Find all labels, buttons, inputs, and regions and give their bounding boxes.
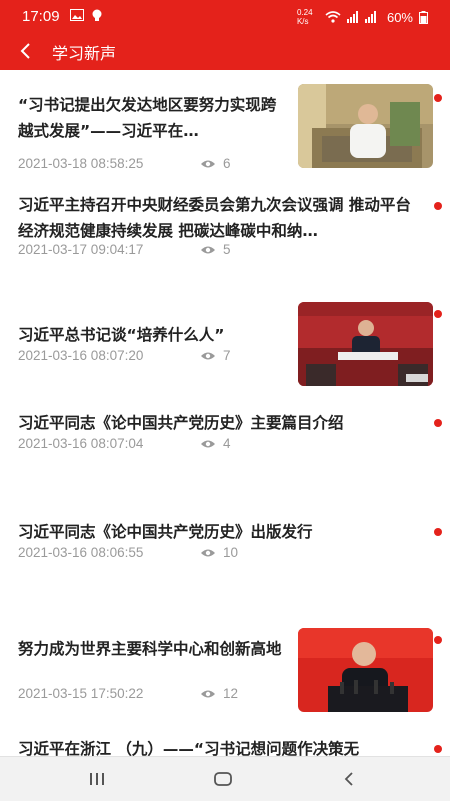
article-title: 习近平同志《论中国共产党历史》主要篇目介绍 bbox=[18, 414, 344, 432]
article-list: “习书记提出欠发达地区要努力实现跨越式发展”——习近平在… 2021-03-18… bbox=[0, 70, 450, 756]
unread-dot bbox=[434, 636, 442, 644]
chevron-left-icon bbox=[20, 43, 30, 59]
image-notification-icon bbox=[70, 9, 84, 21]
article-title: 努力成为世界主要科学中心和创新高地 bbox=[18, 640, 282, 658]
eye-icon bbox=[201, 690, 215, 697]
article-views: 12 bbox=[200, 686, 238, 701]
unread-dot bbox=[434, 745, 442, 753]
app-bar: 学习新声 bbox=[0, 32, 450, 70]
view-count: 6 bbox=[223, 156, 231, 171]
notification-icons bbox=[70, 9, 102, 22]
view-count: 4 bbox=[223, 436, 231, 451]
network-speed: 0.24 K/s bbox=[296, 8, 313, 26]
system-nav-bar bbox=[0, 756, 450, 801]
signal-icon bbox=[346, 11, 376, 23]
list-item[interactable]: 习近平主持召开中央财经委员会第九次会议强调 推动平台经济规范健康持续发展 把碳达… bbox=[0, 190, 450, 290]
home-icon bbox=[214, 772, 232, 786]
nav-back-button[interactable] bbox=[334, 767, 364, 791]
article-title: 习近平主持召开中央财经委员会第九次会议强调 推动平台经济规范健康持续发展 把碳达… bbox=[18, 196, 411, 240]
list-item[interactable]: 习近平同志《论中国共产党历史》主要篇目介绍 2021-03-16 08:07:0… bbox=[0, 410, 450, 470]
list-item[interactable]: 努力成为世界主要科学中心和创新高地 2021-03-15 17:50:22 12 bbox=[0, 628, 450, 718]
article-date: 2021-03-15 17:50:22 bbox=[18, 686, 144, 701]
photo-speaker bbox=[298, 628, 433, 712]
article-views: 10 bbox=[200, 545, 238, 560]
article-thumbnail bbox=[298, 84, 433, 168]
view-count: 10 bbox=[223, 545, 239, 560]
page-title: 学习新声 bbox=[52, 44, 117, 63]
home-button[interactable] bbox=[208, 767, 238, 791]
view-count: 7 bbox=[223, 348, 231, 363]
eye-icon bbox=[201, 549, 215, 556]
battery-level: 60% bbox=[386, 9, 413, 25]
article-thumbnail bbox=[298, 628, 433, 712]
article-views: 4 bbox=[200, 436, 231, 451]
status-time: 17:09 bbox=[22, 8, 60, 25]
article-date: 2021-03-17 09:04:17 bbox=[18, 242, 144, 257]
back-icon bbox=[344, 772, 353, 786]
article-date: 2021-03-18 08:58:25 bbox=[18, 156, 144, 171]
eye-icon bbox=[201, 352, 215, 359]
article-views: 5 bbox=[200, 242, 231, 257]
article-title: 习近平总书记谈“培养什么人” bbox=[18, 326, 225, 344]
article-title: 习近平在浙江 （九）——“习书记想问题作决策无 bbox=[18, 740, 360, 756]
view-count: 5 bbox=[223, 242, 231, 257]
article-date: 2021-03-16 08:07:20 bbox=[18, 348, 144, 363]
photo-man-in-sofa bbox=[298, 84, 433, 168]
recent-apps-icon bbox=[90, 773, 104, 785]
article-title: “习书记提出欠发达地区要努力实现跨越式发展”——习近平在… bbox=[18, 96, 277, 140]
article-title: 习近平同志《论中国共产党历史》出版发行 bbox=[18, 523, 313, 541]
article-date: 2021-03-16 08:06:55 bbox=[18, 545, 144, 560]
unread-dot bbox=[434, 419, 442, 427]
unread-dot bbox=[434, 310, 442, 318]
battery-icon bbox=[419, 10, 428, 24]
article-views: 6 bbox=[200, 156, 231, 171]
article-date: 2021-03-16 08:07:04 bbox=[18, 436, 144, 451]
article-views: 7 bbox=[200, 348, 231, 363]
status-bar: 17:09 0.24 K/s 60% bbox=[0, 0, 450, 32]
unread-dot bbox=[434, 202, 442, 210]
wifi-icon bbox=[325, 11, 341, 23]
list-item[interactable]: 习近平总书记谈“培养什么人” 2021-03-16 08:07:20 7 bbox=[0, 302, 450, 398]
back-button[interactable] bbox=[12, 37, 38, 65]
bulb-notification-icon bbox=[92, 9, 102, 21]
status-right: 0.24 K/s 60% bbox=[297, 8, 428, 26]
list-item[interactable]: 习近平同志《论中国共产党历史》出版发行 2021-03-16 08:06:55 … bbox=[0, 519, 450, 579]
eye-icon bbox=[201, 160, 215, 167]
view-count: 12 bbox=[223, 686, 239, 701]
recent-apps-button[interactable] bbox=[82, 767, 112, 791]
unread-dot bbox=[434, 528, 442, 536]
article-thumbnail bbox=[298, 302, 433, 386]
eye-icon bbox=[201, 440, 215, 447]
unread-dot bbox=[434, 94, 442, 102]
eye-icon bbox=[201, 246, 215, 253]
photo-meeting bbox=[298, 302, 433, 386]
list-item[interactable]: 习近平在浙江 （九）——“习书记想问题作决策无 bbox=[0, 736, 450, 756]
list-item[interactable]: “习书记提出欠发达地区要努力实现跨越式发展”——习近平在… 2021-03-18… bbox=[0, 84, 450, 184]
